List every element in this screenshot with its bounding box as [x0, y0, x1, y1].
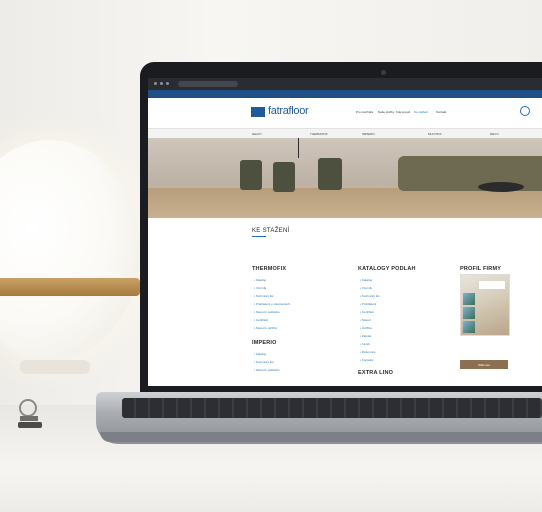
brand-logo: fatrafloor — [268, 105, 309, 117]
browser-chrome — [148, 78, 542, 90]
title-underline — [252, 236, 266, 237]
webcam-icon — [381, 70, 386, 75]
lamp-brass-ring — [0, 278, 140, 296]
laptop-screen: fatrafloor Pro návrháře Naše služby Kde … — [148, 78, 542, 386]
download-link[interactable]: • Ceník — [360, 342, 370, 346]
pendant-light — [298, 138, 299, 158]
fatra-logo-icon — [251, 107, 265, 117]
category-item: IMPERIO — [362, 132, 375, 136]
chair — [240, 160, 262, 190]
download-link[interactable]: • Katalog — [254, 352, 266, 356]
profile-swatch — [463, 321, 475, 333]
nav-item: Kde koupit — [396, 110, 411, 114]
download-link[interactable]: • Technický list — [254, 360, 274, 364]
profile-swatch — [463, 293, 475, 305]
coffee-table — [478, 182, 524, 192]
column-title: KATALOGY PODLAH — [358, 266, 416, 272]
address-bar — [178, 81, 238, 87]
download-link[interactable]: • Vzorník — [360, 286, 372, 290]
column-title: THERMOFIX — [252, 266, 287, 272]
download-link[interactable]: • Reference — [360, 350, 376, 354]
download-link[interactable]: • Certifikát — [254, 318, 268, 322]
nav-item: Kontakt — [436, 110, 447, 114]
chair — [318, 158, 342, 190]
hero-interior-photo — [148, 138, 542, 218]
category-item: MULTIFIX — [428, 132, 442, 136]
keyboard — [122, 398, 542, 418]
column-title: EXTRA LINO — [358, 370, 394, 376]
keys-icon — [18, 399, 42, 428]
download-link[interactable]: • Vzorník — [254, 286, 266, 290]
category-item: HEAVY — [252, 132, 262, 136]
column-title: IMPERIO — [252, 340, 277, 346]
download-link[interactable]: • Prohlášení o vlastnostech — [254, 302, 290, 306]
search-icon — [520, 106, 530, 116]
download-link[interactable]: • Návod — [360, 318, 371, 322]
download-link[interactable]: • Návod k pokládce — [254, 310, 280, 314]
column-title: PROFIL FIRMY — [460, 266, 502, 272]
nav-item: Pro návrháře — [356, 110, 374, 114]
button-label: Stáhnout — [477, 363, 490, 367]
lamp-base — [20, 360, 90, 374]
nav-item-active: Ke stažení — [414, 110, 429, 114]
download-link[interactable]: • Záruka — [360, 334, 371, 338]
page-title: KE STAŽENÍ — [252, 228, 290, 234]
download-link[interactable]: • Údržba — [360, 326, 372, 330]
download-link[interactable]: • Technický list — [254, 294, 274, 298]
download-link[interactable]: • Katalog — [254, 278, 266, 282]
download-link[interactable]: • Návod k údržbě — [254, 326, 277, 330]
laptop-front-edge — [100, 432, 542, 442]
window-dot — [166, 82, 169, 85]
download-link[interactable]: • Prohlášení — [360, 302, 376, 306]
download-link[interactable]: • Technický list — [360, 294, 380, 298]
download-profile-button[interactable]: Stáhnout — [460, 360, 508, 369]
utility-strip — [148, 90, 542, 98]
category-item: THERMOFIX — [310, 132, 328, 136]
window-dot — [160, 82, 163, 85]
chair — [273, 162, 295, 192]
photo-scene: fatrafloor Pro návrháře Naše služby Kde … — [0, 0, 542, 512]
download-link[interactable]: • Katalog — [360, 278, 372, 282]
wood-floor — [148, 188, 542, 218]
profile-badge — [479, 281, 505, 289]
profile-swatch — [463, 307, 475, 319]
download-link[interactable]: • Certifikát — [360, 310, 374, 314]
nav-item: Naše služby — [378, 110, 395, 114]
company-profile-thumbnail[interactable] — [460, 274, 510, 336]
download-link[interactable]: • Kontakty — [360, 358, 374, 362]
category-item: DECO — [490, 132, 499, 136]
site-header — [148, 98, 542, 128]
download-link[interactable]: • Návod k pokládce — [254, 368, 280, 372]
window-dot — [154, 82, 157, 85]
